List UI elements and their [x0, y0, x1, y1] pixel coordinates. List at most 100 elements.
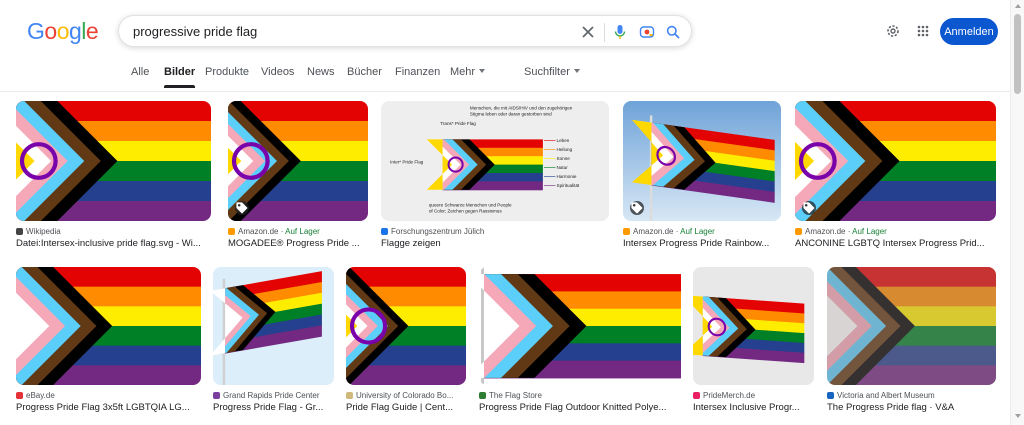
tab-alle[interactable]: Alle: [131, 66, 149, 88]
result-title[interactable]: Pride Flag Guide | Cent...: [346, 402, 466, 413]
search-input[interactable]: progressive pride flag: [133, 24, 257, 39]
svg-text:Harmonie: Harmonie: [557, 174, 577, 179]
scroll-thumb[interactable]: [1014, 14, 1021, 94]
shopping-tag-icon: [235, 201, 249, 215]
result-source-name: Amazon.de: [633, 227, 674, 236]
in-stock-label: Auf Lager: [852, 227, 887, 236]
camera-lens-icon[interactable]: [638, 23, 656, 41]
site-favicon-icon: [346, 392, 353, 399]
site-favicon-icon: [479, 392, 486, 399]
result-source-name: Wikipedia: [26, 227, 61, 236]
tab-finanzen[interactable]: Finanzen: [395, 66, 440, 88]
microphone-icon[interactable]: [611, 23, 629, 41]
in-stock-label: Auf Lager: [285, 227, 320, 236]
result-source-name: Amazon.de: [238, 227, 279, 236]
tab-mehr[interactable]: Mehr: [450, 66, 486, 88]
site-favicon-icon: [16, 228, 23, 235]
site-favicon-icon: [213, 392, 220, 399]
signin-button[interactable]: Anmelden: [940, 18, 998, 45]
tab-mehr-label: Mehr: [450, 66, 476, 78]
scrollbar[interactable]: [1010, 0, 1024, 425]
site-favicon-icon: [623, 228, 630, 235]
result-title[interactable]: MOGADEE® Progress Pride ...: [228, 238, 368, 249]
tab-bilder[interactable]: Bilder: [164, 66, 196, 88]
result-source[interactable]: Victoria and Albert Museum: [827, 391, 996, 400]
result-title[interactable]: The Progress Pride flag · V&A: [827, 402, 996, 413]
result-thumbnail[interactable]: [827, 267, 996, 385]
result-source[interactable]: PrideMerch.de: [693, 391, 814, 400]
result-source-name: Amazon.de: [805, 227, 846, 236]
result-title[interactable]: Flagge zeigen: [381, 238, 609, 249]
search-divider: [604, 23, 605, 42]
result-source[interactable]: Wikipedia: [16, 227, 211, 236]
result-source[interactable]: Forschungszentrum Jülich: [381, 227, 609, 236]
result-source[interactable]: University of Colorado Bo...: [346, 391, 466, 400]
svg-text:Menschen, die mit AIDS/HIV und: Menschen, die mit AIDS/HIV und den zugeh…: [470, 105, 573, 110]
logo-letter: o: [56, 18, 70, 44]
result-thumbnail[interactable]: [16, 267, 201, 385]
tab-produkte[interactable]: Produkte: [205, 66, 249, 88]
result-thumbnail[interactable]: [623, 101, 781, 221]
svg-text:Heilung: Heilung: [557, 147, 573, 152]
site-favicon-icon: [693, 392, 700, 399]
tab-buecher[interactable]: Bücher: [347, 66, 382, 88]
scroll-down-arrow-icon[interactable]: [1015, 414, 1021, 418]
result-thumbnail[interactable]: [346, 267, 466, 385]
logo-letter: g: [68, 18, 82, 44]
tab-suchfilter[interactable]: Suchfilter: [524, 66, 580, 88]
logo-letter: e: [85, 18, 99, 44]
apps-grid-icon[interactable]: [914, 22, 932, 40]
result-title[interactable]: Intersex Inclusive Progr...: [693, 402, 814, 413]
result-source[interactable]: eBay.de: [16, 391, 201, 400]
search-icon[interactable]: [664, 23, 682, 41]
result-thumbnail[interactable]: [213, 267, 334, 385]
svg-text:Leben: Leben: [557, 138, 570, 143]
result-thumbnail[interactable]: [228, 101, 368, 221]
tab-suchfilter-label: Suchfilter: [524, 66, 570, 78]
site-favicon-icon: [228, 228, 235, 235]
header: Google progressive pride flag Anmelden A…: [0, 0, 1010, 92]
settings-gear-icon[interactable]: [884, 22, 902, 40]
result-source-name: University of Colorado Bo...: [356, 391, 454, 400]
result-source-name: Victoria and Albert Museum: [837, 391, 935, 400]
site-favicon-icon: [381, 228, 388, 235]
result-source[interactable]: The Flag Store: [479, 391, 681, 400]
search-box[interactable]: progressive pride flag: [118, 15, 692, 47]
result-thumbnail[interactable]: [16, 101, 211, 221]
result-title[interactable]: Progress Pride Flag 3x5ft LGBTQIA LG...: [16, 402, 201, 413]
chevron-down-icon: [573, 69, 580, 73]
result-title[interactable]: Progress Pride Flag - Gr...: [213, 402, 334, 413]
result-source[interactable]: Amazon.de · Auf Lager: [623, 227, 781, 236]
scroll-up-arrow-icon[interactable]: [1015, 4, 1021, 8]
svg-text:Inter* Pride Flag: Inter* Pride Flag: [390, 159, 424, 164]
svg-text:Spiritualität: Spiritualität: [557, 183, 580, 188]
google-logo[interactable]: Google: [27, 18, 99, 45]
result-source[interactable]: Grand Rapids Pride Center: [213, 391, 334, 400]
result-title[interactable]: Progress Pride Flag Outdoor Knitted Poly…: [479, 402, 681, 413]
shopping-tag-icon: [630, 201, 644, 215]
result-title[interactable]: Datei:Intersex-inclusive pride flag.svg …: [16, 238, 211, 249]
site-favicon-icon: [827, 392, 834, 399]
logo-letter: G: [27, 18, 45, 44]
tab-news[interactable]: News: [307, 66, 335, 88]
logo-letter: o: [44, 18, 57, 44]
shopping-tag-icon: [802, 201, 816, 215]
result-thumbnail[interactable]: Trans* Pride Flag Inter* Pride Flag Mensch…: [381, 101, 609, 221]
tab-videos[interactable]: Videos: [261, 66, 294, 88]
svg-text:Sonne: Sonne: [557, 156, 571, 161]
in-stock-label: Auf Lager: [680, 227, 715, 236]
result-source[interactable]: Amazon.de · Auf Lager: [228, 227, 368, 236]
result-thumbnail[interactable]: [693, 267, 814, 385]
result-source-name: The Flag Store: [489, 391, 542, 400]
result-title[interactable]: Intersex Progress Pride Rainbow...: [623, 238, 781, 249]
site-favicon-icon: [795, 228, 802, 235]
result-thumbnail[interactable]: [795, 101, 996, 221]
result-source-name: eBay.de: [26, 391, 55, 400]
result-title[interactable]: ANCONINE LGBTQ Intersex Progress Prid...: [795, 238, 996, 249]
result-source[interactable]: Amazon.de · Auf Lager: [795, 227, 996, 236]
clear-icon[interactable]: [579, 23, 597, 41]
site-favicon-icon: [16, 392, 23, 399]
svg-text:of Color; Zeichen gegen Rassis: of Color; Zeichen gegen Rassismus: [429, 209, 502, 214]
result-thumbnail[interactable]: [479, 267, 681, 385]
svg-text:queere Schwarze Menschen und P: queere Schwarze Menschen und People: [429, 203, 512, 208]
